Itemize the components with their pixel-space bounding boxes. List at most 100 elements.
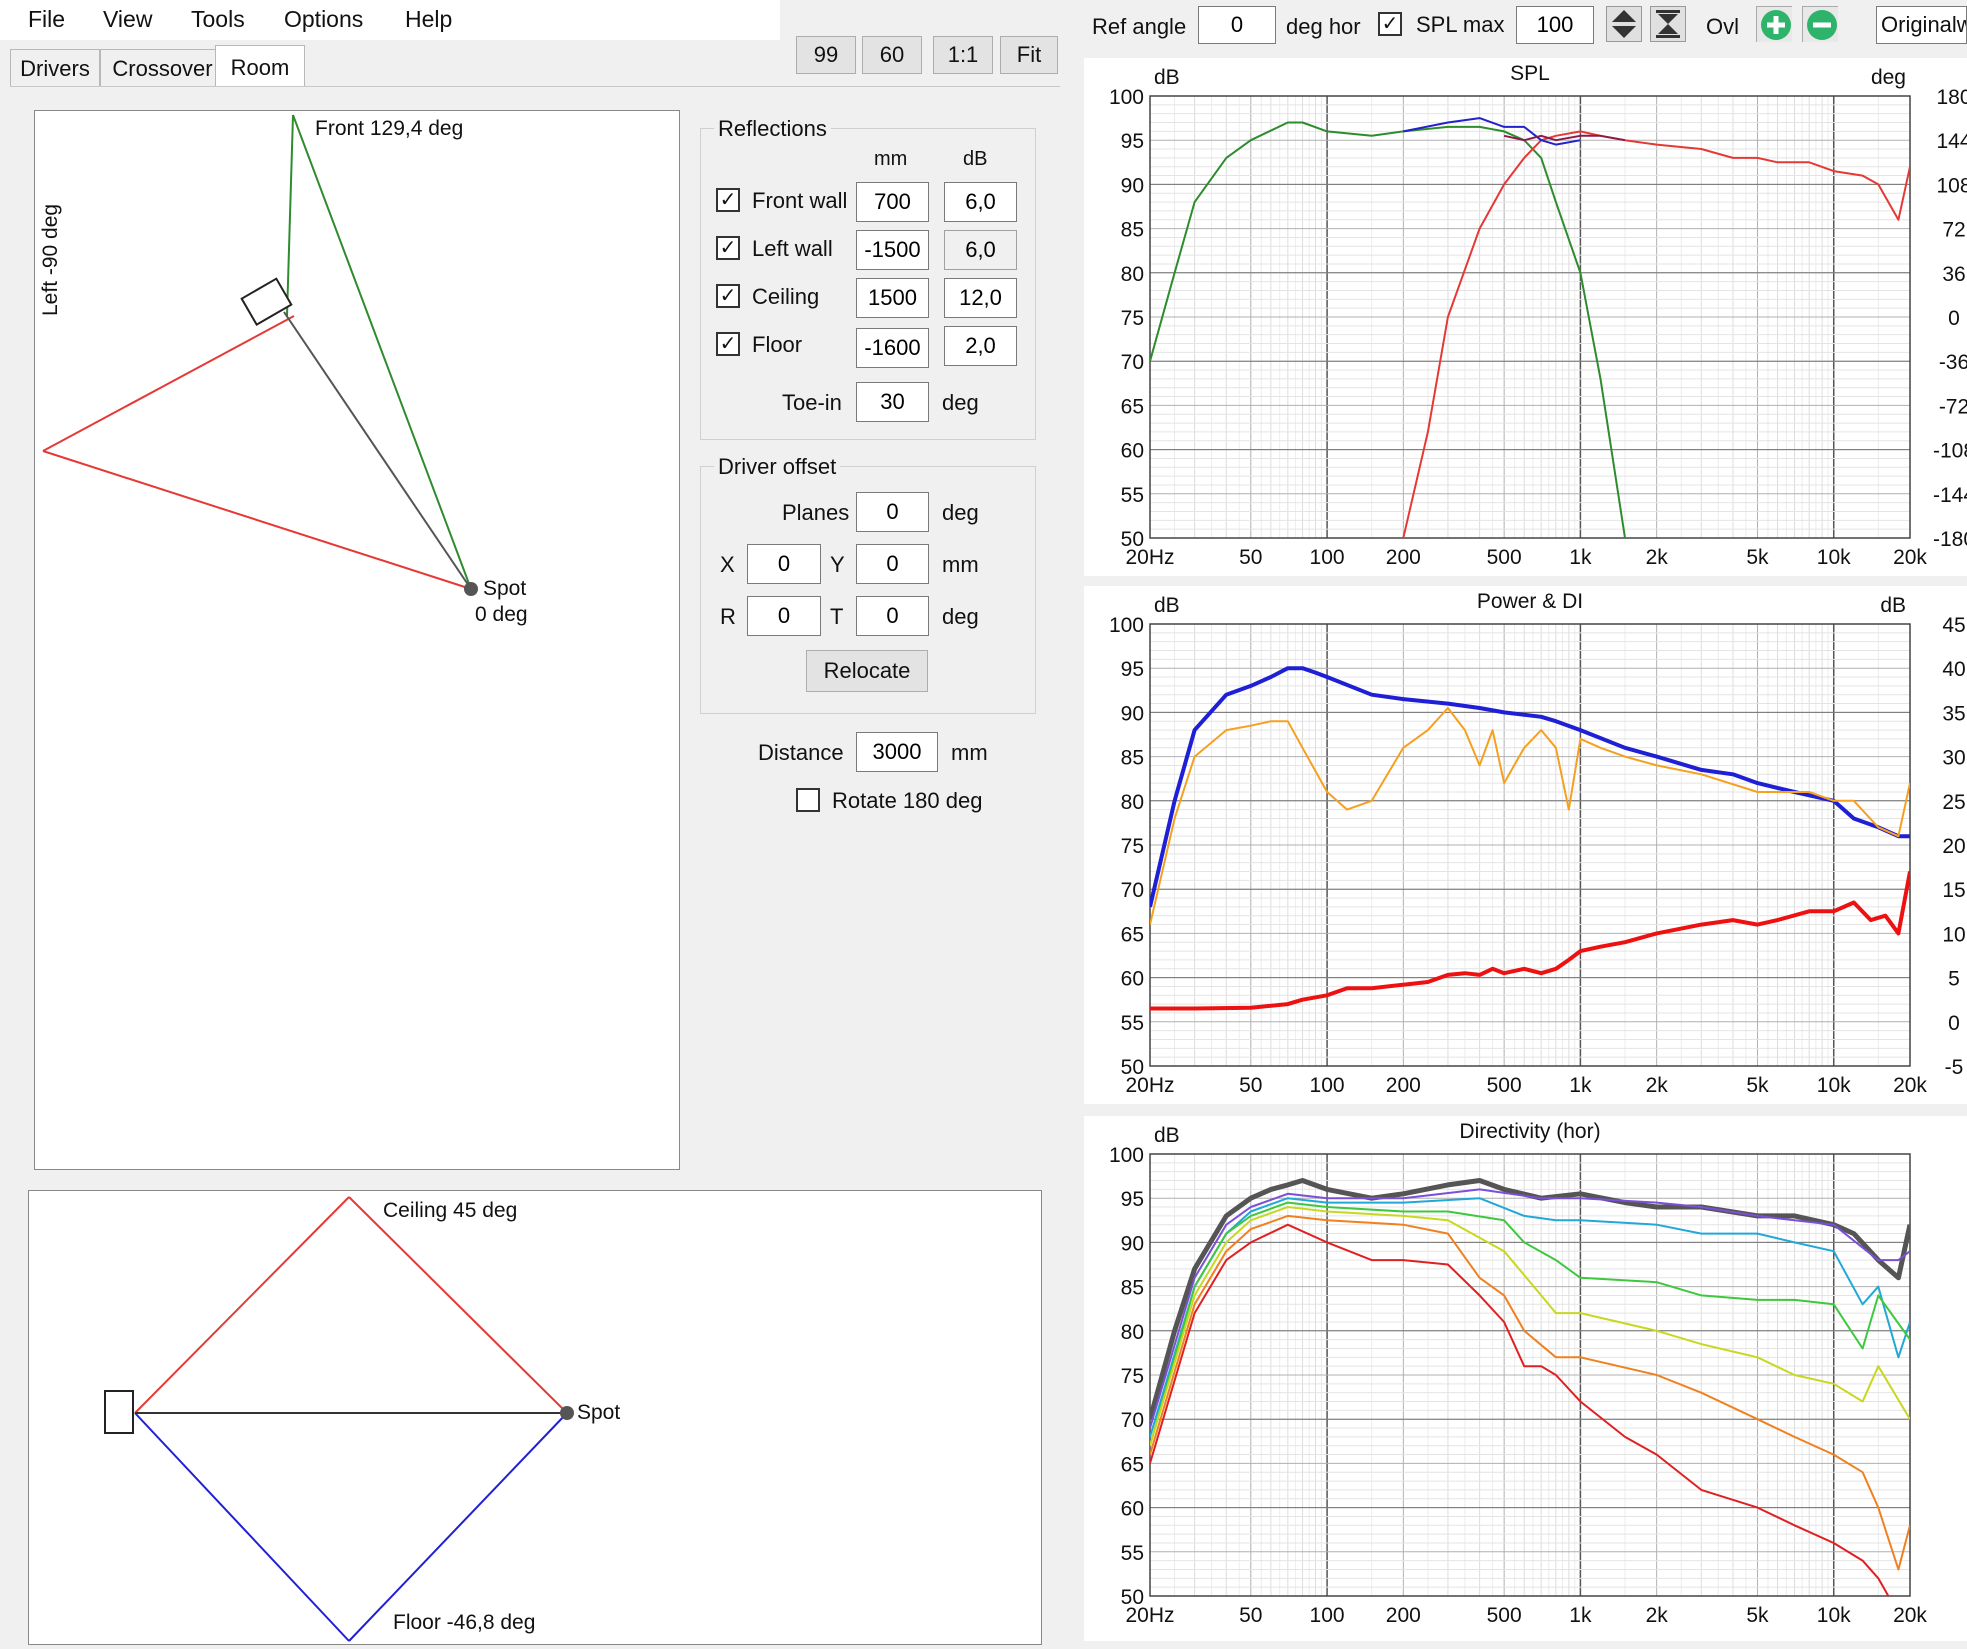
menu-tools[interactable]: Tools bbox=[191, 6, 245, 33]
front-reflection-line-a bbox=[286, 114, 294, 317]
reflections-title: Reflections bbox=[714, 116, 831, 142]
side-view-canvas[interactable]: Ceiling 45 deg Floor -46,8 deg Spot bbox=[28, 1190, 1042, 1645]
top-view-canvas[interactable]: Front 129,4 deg Left -90 deg Spot 0 deg bbox=[34, 110, 680, 1170]
mm-column-header: mm bbox=[874, 148, 908, 170]
y-offset-label: Y bbox=[830, 552, 845, 577]
spl-max-label: SPL max bbox=[1416, 12, 1505, 37]
tab-drivers[interactable]: Drivers bbox=[10, 49, 100, 87]
menu-file[interactable]: File bbox=[28, 6, 65, 33]
y-tick-left: 65 bbox=[1121, 1453, 1144, 1476]
y-tick-right: 0 bbox=[1948, 307, 1960, 330]
spl-max-field[interactable] bbox=[1516, 6, 1594, 44]
menu-options[interactable]: Options bbox=[284, 6, 363, 33]
left-wall-db-field[interactable] bbox=[944, 230, 1017, 270]
left-wall-checkbox[interactable]: ✓ bbox=[716, 236, 740, 260]
x-tick: 1k bbox=[1569, 1604, 1592, 1627]
distance-field[interactable] bbox=[856, 732, 938, 772]
y-tick-left: 65 bbox=[1121, 395, 1144, 418]
spl-chart[interactable]: SPL dB deg 100 95 90 85 80 75 70 65 60 55 50 180 144 108… bbox=[1084, 58, 1967, 576]
floor-mm-field[interactable] bbox=[856, 328, 929, 368]
x-tick: 2k bbox=[1646, 1604, 1669, 1627]
floor-reflection-line-b bbox=[348, 1412, 568, 1642]
chart-title: Power & DI bbox=[1477, 590, 1583, 613]
distance-unit: mm bbox=[951, 740, 988, 765]
collapse-range-icon[interactable] bbox=[1650, 6, 1686, 42]
series-line-3 bbox=[1150, 1201, 1910, 1446]
x-tick: 20k bbox=[1893, 546, 1927, 569]
view-99-button[interactable]: 99 bbox=[796, 36, 856, 74]
x-tick: 2k bbox=[1646, 1074, 1669, 1097]
y-tick-right: 0 bbox=[1948, 1012, 1960, 1035]
power-di-graph-panel: Power & DI dB dB 100 95 90 85 80 75 70 65 60 55 50 45 4… bbox=[1084, 586, 1967, 1104]
x-tick: 20Hz bbox=[1125, 1074, 1174, 1097]
view-1to1-button[interactable]: 1:1 bbox=[933, 36, 993, 74]
floor-db-field[interactable] bbox=[944, 326, 1017, 366]
y-tick-left: 95 bbox=[1121, 130, 1144, 153]
y-tick-left: 100 bbox=[1109, 86, 1144, 109]
view-fit-button[interactable]: Fit bbox=[1000, 36, 1058, 74]
distance-label: Distance bbox=[758, 740, 844, 765]
front-wall-mm-field[interactable] bbox=[856, 182, 929, 222]
planes-label: Planes bbox=[782, 500, 850, 525]
menu-view[interactable]: View bbox=[103, 6, 152, 33]
directivity-graph-panel: Directivity (hor) dB 100 95 90 85 80 75 70 65 60 55… bbox=[1084, 1116, 1967, 1641]
x-tick: 500 bbox=[1487, 1604, 1522, 1627]
tab-room[interactable]: Room bbox=[215, 45, 305, 89]
y-offset-field[interactable] bbox=[856, 544, 929, 584]
ref-angle-field[interactable] bbox=[1198, 6, 1276, 44]
remove-overlay-icon[interactable] bbox=[1802, 6, 1838, 42]
x-tick: 50 bbox=[1239, 546, 1262, 569]
y-tick-right: 40 bbox=[1942, 658, 1965, 681]
x-tick: 20k bbox=[1893, 1074, 1927, 1097]
menu-help[interactable]: Help bbox=[405, 6, 452, 33]
view-60-button[interactable]: 60 bbox=[862, 36, 922, 74]
front-wall-checkbox[interactable]: ✓ bbox=[716, 188, 740, 212]
overlay-preset-select[interactable]: Originalw bbox=[1876, 6, 1967, 44]
x-tick: 5k bbox=[1746, 546, 1769, 569]
floor-label: Floor bbox=[752, 332, 803, 357]
directivity-chart[interactable]: Directivity (hor) dB 100 95 90 85 80 75 70 65 60 55… bbox=[1084, 1116, 1967, 1641]
y-tick-left: 75 bbox=[1121, 307, 1144, 330]
r-offset-field[interactable] bbox=[747, 596, 821, 636]
toe-in-field[interactable] bbox=[856, 382, 929, 422]
y-tick-left: 80 bbox=[1121, 263, 1144, 286]
y-tick-right: 108 bbox=[1936, 174, 1967, 197]
rotate-180-checkbox[interactable] bbox=[796, 788, 820, 812]
ceiling-checkbox[interactable]: ✓ bbox=[716, 284, 740, 308]
power-di-chart[interactable]: Power & DIdB dB10095908580757065605550454… bbox=[1084, 586, 1967, 1104]
left-reflection-label: Left -90 deg bbox=[39, 203, 62, 316]
speaker-box-side[interactable] bbox=[104, 1390, 134, 1434]
ceiling-label: Ceiling bbox=[752, 284, 820, 309]
spot-marker-side[interactable] bbox=[560, 1406, 574, 1420]
floor-checkbox[interactable]: ✓ bbox=[716, 332, 740, 356]
y-tick-right: 72 bbox=[1942, 219, 1965, 242]
x-tick: 200 bbox=[1386, 1074, 1421, 1097]
t-offset-field[interactable] bbox=[856, 596, 929, 636]
planes-field[interactable] bbox=[856, 492, 929, 532]
series-line-3 bbox=[1503, 134, 1626, 142]
ceiling-reflection-line-a bbox=[134, 1196, 350, 1414]
relocate-button[interactable]: Relocate bbox=[806, 650, 928, 692]
y-tick-left: 60 bbox=[1121, 968, 1144, 991]
ceiling-mm-field[interactable] bbox=[856, 278, 929, 318]
spin-up-down-icon[interactable] bbox=[1606, 6, 1642, 42]
y-tick-left: 80 bbox=[1121, 791, 1144, 814]
y-tick-right: 35 bbox=[1942, 702, 1965, 725]
y-tick-left: 65 bbox=[1121, 923, 1144, 946]
spl-max-checkbox[interactable]: ✓ bbox=[1378, 12, 1402, 36]
add-overlay-icon[interactable] bbox=[1756, 6, 1792, 42]
ceiling-db-field[interactable] bbox=[944, 278, 1017, 318]
front-wall-db-field[interactable] bbox=[944, 182, 1017, 222]
y-axis-right-label: deg bbox=[1871, 66, 1906, 89]
series-line-1 bbox=[1150, 707, 1910, 925]
tab-crossover[interactable]: Crossover bbox=[100, 49, 225, 87]
y-tick-left: 85 bbox=[1121, 1277, 1144, 1300]
x-tick: 200 bbox=[1386, 1604, 1421, 1627]
left-reflection-line-a bbox=[42, 315, 295, 452]
x-offset-label: X bbox=[720, 552, 735, 577]
spot-marker-top[interactable] bbox=[464, 582, 478, 596]
x-offset-field[interactable] bbox=[747, 544, 821, 584]
left-wall-mm-field[interactable] bbox=[856, 230, 929, 270]
speaker-box-top[interactable] bbox=[240, 277, 293, 327]
side-view-drawing bbox=[104, 1196, 574, 1642]
